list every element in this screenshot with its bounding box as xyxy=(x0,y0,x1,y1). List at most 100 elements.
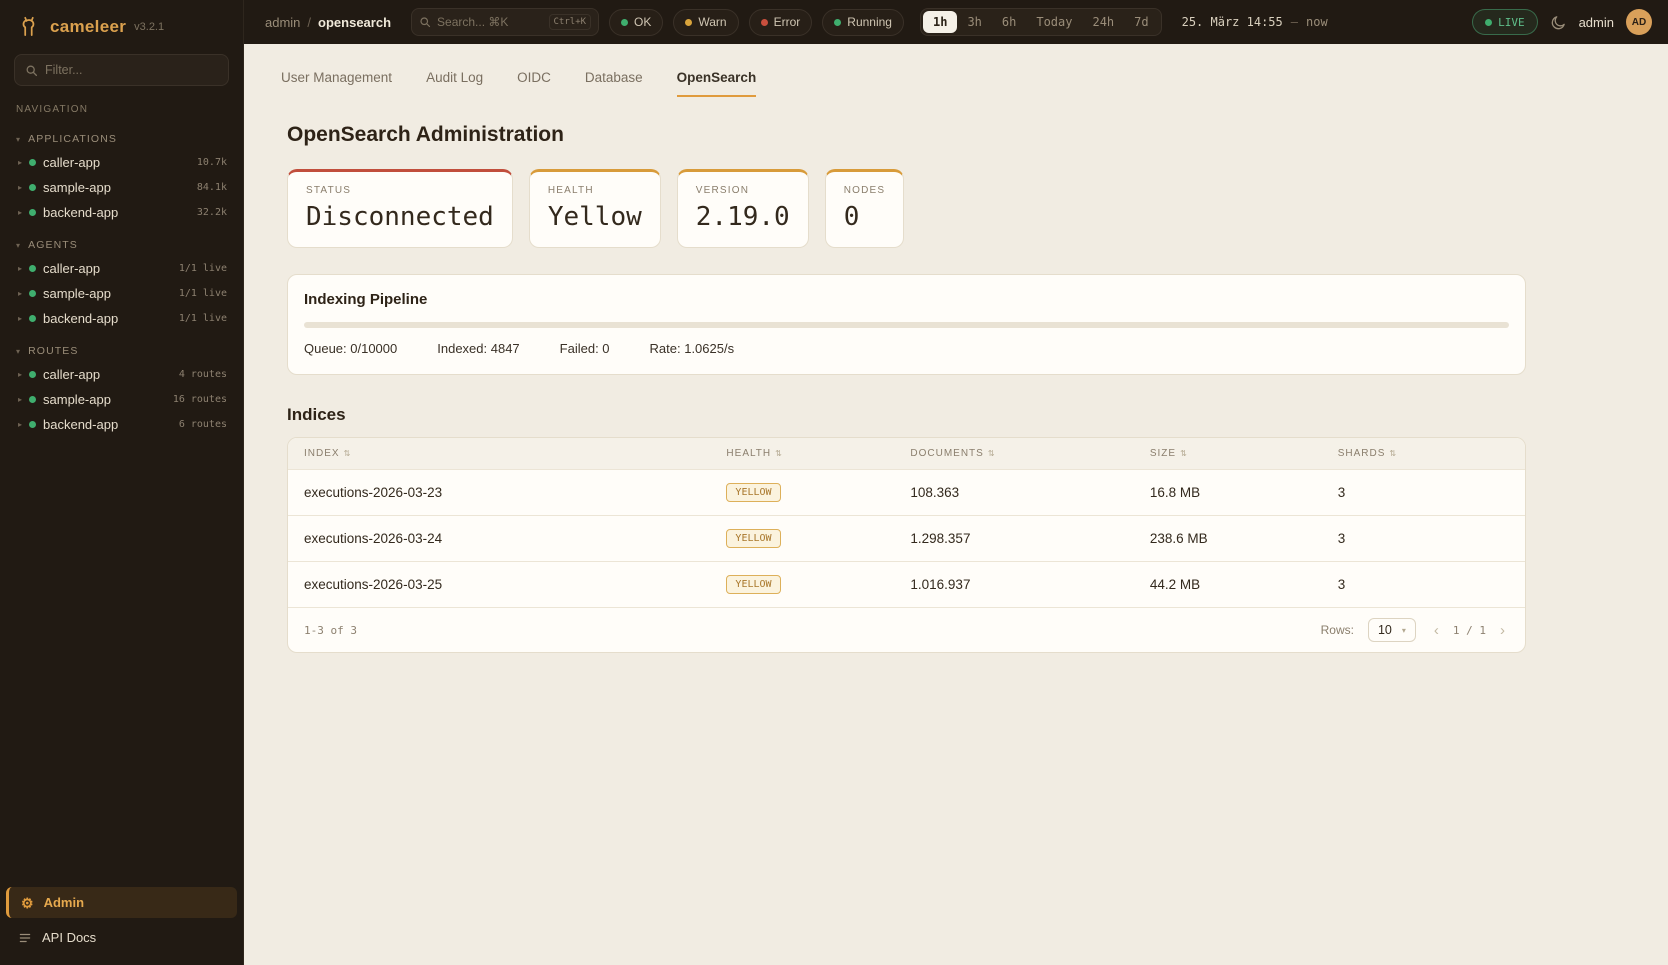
stat-card-status: STATUS Disconnected xyxy=(287,169,513,248)
breadcrumb-separator: / xyxy=(307,15,311,30)
app-name: cameleer xyxy=(50,17,126,37)
rows-per-page-select[interactable]: 10 ▾ xyxy=(1368,618,1416,642)
admin-tabs: User Management Audit Log OIDC Database … xyxy=(281,70,1526,97)
cell-shards: 3 xyxy=(1338,531,1509,546)
status-dot xyxy=(29,290,36,297)
sidebar-item-label: sample-app xyxy=(43,286,111,301)
table-row[interactable]: executions-2026-03-24 YELLOW 1.298.357 2… xyxy=(288,515,1525,561)
sidebar-item-badge: 4 routes xyxy=(179,369,227,380)
table-footer-right: Rows: 10 ▾ ‹ 1 / 1 › xyxy=(1321,618,1509,642)
range-7d-button[interactable]: 7d xyxy=(1124,11,1158,33)
filter-ok-button[interactable]: OK xyxy=(609,9,663,36)
sidebar-item-route-sample-app[interactable]: ▸ sample-app 16 routes xyxy=(0,387,243,412)
sidebar-item-admin[interactable]: ⚙ Admin xyxy=(6,887,237,918)
stat-card-version: VERSION 2.19.0 xyxy=(677,169,809,248)
column-header-health[interactable]: HEALTH ⇅ xyxy=(726,448,910,459)
column-header-shards[interactable]: SHARDS ⇅ xyxy=(1338,448,1509,459)
tab-opensearch[interactable]: OpenSearch xyxy=(677,70,757,97)
status-dot xyxy=(29,209,36,216)
sidebar-item-route-caller-app[interactable]: ▸ caller-app 4 routes xyxy=(0,362,243,387)
status-dot xyxy=(29,265,36,272)
pipeline-progress-bar xyxy=(304,322,1509,328)
filter-error-button[interactable]: Error xyxy=(749,9,813,36)
sidebar-item-api-docs[interactable]: API Docs xyxy=(6,922,237,953)
stat-cards: STATUS Disconnected HEALTH Yellow VERSIO… xyxy=(287,169,1526,248)
tab-database[interactable]: Database xyxy=(585,70,643,97)
stat-value: Disconnected xyxy=(306,202,494,232)
sidebar-item-badge: 1/1 live xyxy=(179,313,227,324)
sort-icon: ⇅ xyxy=(344,449,352,458)
global-search[interactable]: Ctrl+K xyxy=(411,8,599,36)
range-today-button[interactable]: Today xyxy=(1026,11,1082,33)
gear-icon: ⚙ xyxy=(21,896,34,910)
sidebar-item-agent-backend-app[interactable]: ▸ backend-app 1/1 live xyxy=(0,306,243,331)
chevron-right-icon: ▸ xyxy=(18,183,22,192)
filter-input[interactable] xyxy=(45,63,218,77)
pipeline-indexed: Indexed: 4847 xyxy=(437,341,519,356)
cell-documents: 1.298.357 xyxy=(910,531,1149,546)
page-title: OpenSearch Administration xyxy=(287,123,1526,147)
cell-index: executions-2026-03-25 xyxy=(304,577,726,592)
breadcrumb-admin[interactable]: admin xyxy=(265,15,300,30)
sidebar-item-badge: 84.1k xyxy=(197,182,227,193)
breadcrumb-opensearch: opensearch xyxy=(318,15,391,30)
chevron-down-icon: ▾ xyxy=(16,135,21,144)
main-content: User Management Audit Log OIDC Database … xyxy=(244,44,1668,965)
next-page-button[interactable]: › xyxy=(1496,622,1509,639)
live-toggle[interactable]: LIVE xyxy=(1472,9,1538,35)
filter-label: Warn xyxy=(698,15,726,29)
sidebar-section-agents[interactable]: ▾ AGENTS xyxy=(0,225,243,256)
indices-title: Indices xyxy=(287,405,1526,425)
sidebar-item-agent-caller-app[interactable]: ▸ caller-app 1/1 live xyxy=(0,256,243,281)
chevron-right-icon: ▸ xyxy=(18,420,22,429)
range-1h-button[interactable]: 1h xyxy=(923,11,957,33)
cell-documents: 1.016.937 xyxy=(910,577,1149,592)
indices-table: INDEX ⇅ HEALTH ⇅ DOCUMENTS ⇅ SIZE xyxy=(287,437,1526,653)
chevron-right-icon: ▸ xyxy=(18,370,22,379)
pipeline-rate: Rate: 1.0625/s xyxy=(650,341,735,356)
sidebar-item-badge: 10.7k xyxy=(197,157,227,168)
warn-dot-icon xyxy=(685,19,692,26)
sidebar-item-label: caller-app xyxy=(43,155,100,170)
status-dot xyxy=(29,396,36,403)
sidebar-item-badge: 6 routes xyxy=(179,419,227,430)
range-24h-button[interactable]: 24h xyxy=(1082,11,1124,33)
sidebar-item-sample-app[interactable]: ▸ sample-app 84.1k xyxy=(0,175,243,200)
sidebar-item-label: caller-app xyxy=(43,367,100,382)
sidebar-filter[interactable] xyxy=(14,54,229,86)
sidebar-item-backend-app[interactable]: ▸ backend-app 32.2k xyxy=(0,200,243,225)
tab-oidc[interactable]: OIDC xyxy=(517,70,551,97)
health-badge: YELLOW xyxy=(726,483,780,502)
sidebar-item-badge: 16 routes xyxy=(173,394,227,405)
tab-user-management[interactable]: User Management xyxy=(281,70,392,97)
sidebar-item-route-backend-app[interactable]: ▸ backend-app 6 routes xyxy=(0,412,243,437)
sidebar-item-badge: 1/1 live xyxy=(179,263,227,274)
column-header-documents[interactable]: DOCUMENTS ⇅ xyxy=(910,448,1149,459)
running-dot-icon xyxy=(834,19,841,26)
sidebar-item-badge: 1/1 live xyxy=(179,288,227,299)
datetime-value: 25. März 14:55 xyxy=(1182,15,1283,29)
status-dot xyxy=(29,371,36,378)
sidebar-item-agent-sample-app[interactable]: ▸ sample-app 1/1 live xyxy=(0,281,243,306)
avatar[interactable]: AD xyxy=(1626,9,1652,35)
column-header-index[interactable]: INDEX ⇅ xyxy=(304,448,726,459)
app-version: v3.2.1 xyxy=(134,21,164,33)
range-6h-button[interactable]: 6h xyxy=(992,11,1026,33)
sidebar-item-caller-app[interactable]: ▸ caller-app 10.7k xyxy=(0,150,243,175)
search-input[interactable] xyxy=(437,15,542,29)
column-header-size[interactable]: SIZE ⇅ xyxy=(1150,448,1338,459)
filter-warn-button[interactable]: Warn xyxy=(673,9,738,36)
table-row[interactable]: executions-2026-03-23 YELLOW 108.363 16.… xyxy=(288,469,1525,515)
dark-mode-toggle[interactable] xyxy=(1550,14,1567,31)
prev-page-button[interactable]: ‹ xyxy=(1430,622,1443,639)
tab-audit-log[interactable]: Audit Log xyxy=(426,70,483,97)
sort-icon: ⇅ xyxy=(775,449,783,458)
sidebar-section-routes[interactable]: ▾ ROUTES xyxy=(0,331,243,362)
sidebar-item-badge: 32.2k xyxy=(197,207,227,218)
page-count: 1 / 1 xyxy=(1453,624,1486,637)
range-3h-button[interactable]: 3h xyxy=(957,11,991,33)
sidebar-section-applications[interactable]: ▾ APPLICATIONS xyxy=(0,119,243,150)
table-row[interactable]: executions-2026-03-25 YELLOW 1.016.937 4… xyxy=(288,561,1525,607)
filter-running-button[interactable]: Running xyxy=(822,9,904,36)
sidebar-item-label: backend-app xyxy=(43,417,118,432)
